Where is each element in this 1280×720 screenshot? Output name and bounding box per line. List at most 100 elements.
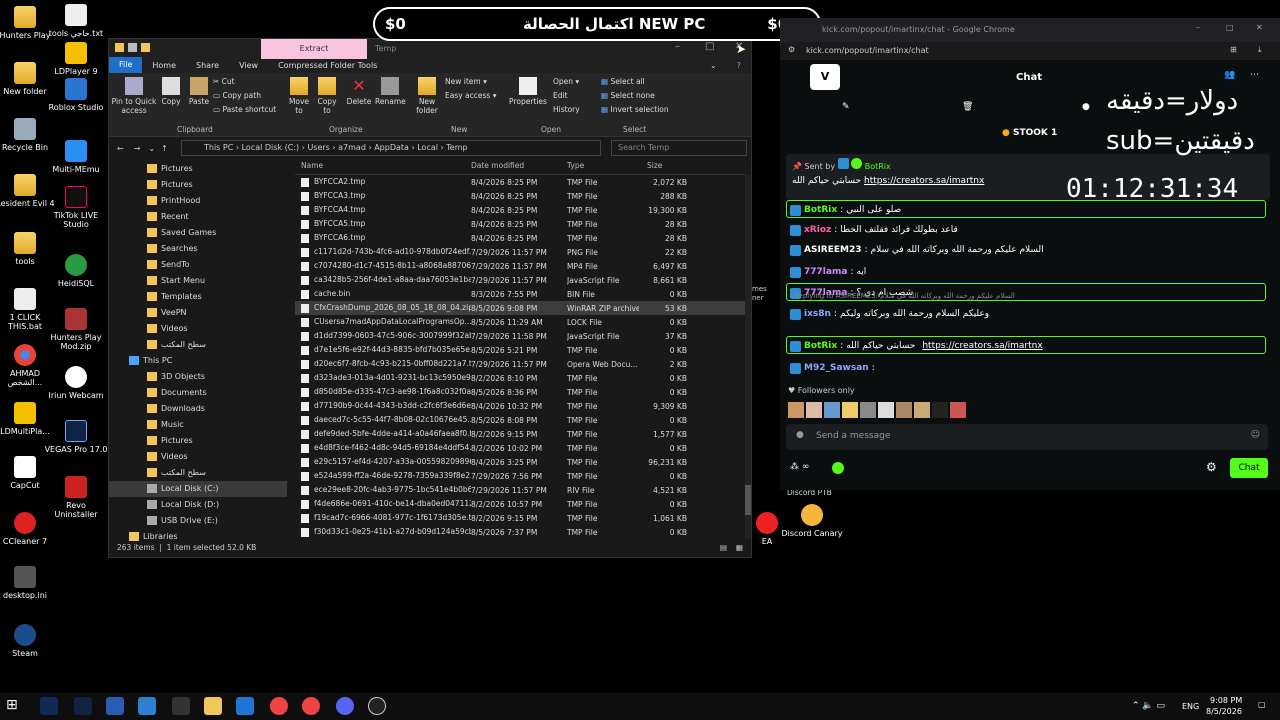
- nav-item[interactable]: Videos: [109, 449, 287, 465]
- desktop-icon-revo[interactable]: Revo Uninstaller: [44, 476, 108, 519]
- taskbar-app-calculator-icon[interactable]: [106, 697, 124, 715]
- desktop-icon-vegas[interactable]: VEGAS Pro 17.0: [44, 420, 108, 454]
- avatar[interactable]: [788, 402, 804, 418]
- file-row[interactable]: d1dd7399-0603-47c5-906c-3007999f32ab... 7…: [295, 329, 745, 343]
- file-row[interactable]: d20ec6f7-8fcb-4c93-b215-0bff08d221a7.t..…: [295, 357, 745, 371]
- breadcrumb-local[interactable]: Local: [417, 143, 438, 152]
- maximize-button[interactable]: □: [1226, 23, 1234, 32]
- desktop-icon-steam[interactable]: Steam: [0, 624, 57, 658]
- file-row[interactable]: d323ade3-013a-4d01-9231-bc13c5950e9e... 8…: [295, 371, 745, 385]
- nav-item[interactable]: USB Drive (E:): [109, 513, 287, 529]
- easy-access-button[interactable]: Easy access ▾: [445, 91, 497, 100]
- download-icon[interactable]: ⤓: [1258, 45, 1262, 55]
- explorer-titlebar[interactable]: Extract Temp – □ ✕: [109, 39, 751, 59]
- nav-item[interactable]: This PC: [109, 353, 287, 369]
- desktop-icon-tools-txt[interactable]: tools حاجي.txt: [44, 4, 108, 38]
- chat-username[interactable]: ASIREEM23: [804, 245, 862, 255]
- start-icon[interactable]: ⊞: [6, 697, 24, 715]
- copy-button[interactable]: Copy: [159, 77, 183, 106]
- file-list[interactable]: Name Date modified Type Size BYFCCA2.tmp…: [295, 161, 745, 539]
- avatar[interactable]: [806, 402, 822, 418]
- streamer-avatar[interactable]: V: [810, 64, 840, 90]
- chat-tools-icon[interactable]: ⁂ ∞: [790, 462, 809, 472]
- ribbon-collapse-icon[interactable]: ⌄: [700, 61, 727, 70]
- column-date[interactable]: Date modified: [471, 161, 567, 174]
- back-icon[interactable]: ←: [117, 144, 124, 153]
- properties-button[interactable]: Properties: [509, 77, 547, 106]
- avatar[interactable]: [932, 402, 948, 418]
- select-all-button[interactable]: ▦ Select all: [601, 77, 645, 86]
- help-icon[interactable]: ?: [727, 61, 751, 70]
- file-row[interactable]: CfxCrashDump_2026_08_05_18_08_04.zip 8/5/…: [295, 301, 745, 315]
- taskbar-explorer-icon[interactable]: [204, 697, 222, 715]
- minimize-button[interactable]: –: [675, 41, 680, 52]
- trash-icon[interactable]: 🗑: [962, 102, 973, 112]
- file-row[interactable]: BYFCCA5.tmp 8/4/2026 8:25 PM TMP File 28 KB: [295, 217, 745, 231]
- kick-logo-icon[interactable]: [832, 462, 844, 474]
- search-input[interactable]: Search Temp: [611, 140, 747, 156]
- pinned-link[interactable]: https://creators.sa/imartnx: [864, 176, 984, 186]
- file-row[interactable]: d850d85e-d335-47c3-ae98-1f6a8c032f0a... 8…: [295, 385, 745, 399]
- file-row[interactable]: CUsersa7madAppDataLocalProgramsOp... 8/5/…: [295, 315, 745, 329]
- navigation-pane[interactable]: Pictures Pictures PrintHood Recent Saved Gam…: [109, 161, 287, 541]
- new-folder-button[interactable]: New folder: [413, 77, 441, 115]
- forward-icon[interactable]: →: [134, 144, 141, 153]
- chat-username[interactable]: BotRix: [804, 341, 837, 351]
- nav-item[interactable]: سطح المكتب: [109, 465, 287, 481]
- nav-item[interactable]: Saved Games: [109, 225, 287, 241]
- tab-home[interactable]: Home: [142, 61, 186, 70]
- tab-compressed-folder-tools[interactable]: Compressed Folder Tools: [268, 61, 387, 70]
- nav-item[interactable]: 3D Objects: [109, 369, 287, 385]
- move-to-button[interactable]: Move to: [285, 77, 313, 115]
- taskbar-app-vegas-icon[interactable]: [74, 697, 92, 715]
- clock-time[interactable]: 9:08 PM: [1210, 696, 1242, 705]
- notification-icon[interactable]: ▢: [1258, 700, 1266, 709]
- file-explorer-window[interactable]: Extract Temp – □ ✕ File Home Share View …: [108, 38, 752, 558]
- file-row[interactable]: defe9ded-5bfe-4dde-a414-a0a46faea8f0.t..…: [295, 427, 745, 441]
- chat-message[interactable]: BotRix: حسابتي حياكم الله https://creators…: [790, 338, 1043, 354]
- chat-message[interactable]: xRioz: قاعد بطولك فرائد فقلتف الخطا: [790, 222, 958, 238]
- avatar[interactable]: [860, 402, 876, 418]
- new-folder-icon[interactable]: [141, 43, 150, 52]
- nav-item[interactable]: Local Disk (D:): [109, 497, 287, 513]
- file-row[interactable]: f30d33c1-0e25-41b1-a27d-b09d124a59cb... 8…: [295, 525, 745, 539]
- chat-message[interactable]: 777lama: ايه: [790, 264, 866, 280]
- clock-date[interactable]: 8/5/2026: [1206, 707, 1242, 716]
- recent-locations-icon[interactable]: ⌄: [148, 144, 155, 153]
- message-input[interactable]: ● Send a message ☺: [786, 424, 1268, 450]
- taskbar-store-icon[interactable]: [236, 697, 254, 715]
- avatar[interactable]: [842, 402, 858, 418]
- paste-button[interactable]: Paste: [187, 77, 211, 106]
- desktop-icon-desktop-ini[interactable]: desktop.ini: [0, 566, 57, 600]
- chat-message[interactable]: ASIREEM23: السلام عليكم ورحمة الله وبركات…: [790, 242, 1044, 258]
- desktop-icon-discord-canary[interactable]: Discord Canary: [780, 504, 844, 538]
- nav-item[interactable]: VeePN: [109, 305, 287, 321]
- nav-item[interactable]: Pictures: [109, 433, 287, 449]
- nav-item[interactable]: Music: [109, 417, 287, 433]
- file-row[interactable]: e524a599-ff2a-46de-9278-7359a339f8e2.t..…: [295, 469, 745, 483]
- nav-item[interactable]: Pictures: [109, 177, 287, 193]
- vertical-scrollbar[interactable]: [745, 175, 751, 539]
- taskbar-app-tool-icon[interactable]: [172, 697, 190, 715]
- file-row[interactable]: e4d8f3ce-f462-4d8c-94d5-69184e4ddf54... 8…: [295, 441, 745, 455]
- desktop-icon-memu[interactable]: Multi-MEmu: [44, 140, 108, 174]
- taskbar-discord-icon[interactable]: [336, 697, 354, 715]
- nav-item[interactable]: Templates: [109, 289, 287, 305]
- site-settings-icon[interactable]: ⚙: [788, 45, 795, 54]
- taskbar-app-window-icon[interactable]: [138, 697, 156, 715]
- breadcrumb-this-pc[interactable]: This PC: [204, 143, 233, 152]
- address-bar[interactable]: This PC › Local Disk (C:) › Users › a7ma…: [181, 140, 601, 156]
- file-row[interactable]: e29c5157-ef4d-4207-a33a-005598209896... 8…: [295, 455, 745, 469]
- taskbar-chrome-profile-icon[interactable]: [302, 697, 320, 715]
- properties-icon[interactable]: [128, 43, 137, 52]
- taskbar-obs-icon[interactable]: [368, 697, 386, 715]
- tab-file[interactable]: File: [109, 57, 143, 73]
- desktop-icon-roblox[interactable]: Roblox Studio: [44, 78, 108, 112]
- chat-username[interactable]: xRioz: [804, 225, 831, 235]
- breadcrumb-local-disk[interactable]: Local Disk (C:): [242, 143, 300, 152]
- history-button[interactable]: History: [553, 105, 580, 114]
- new-item-button[interactable]: New item ▾: [445, 77, 487, 86]
- copy-to-button[interactable]: Copy to: [313, 77, 341, 115]
- breadcrumb-appdata[interactable]: AppData: [374, 143, 409, 152]
- file-row[interactable]: BYFCCA2.tmp 8/4/2026 8:25 PM TMP File 2,072…: [295, 175, 745, 189]
